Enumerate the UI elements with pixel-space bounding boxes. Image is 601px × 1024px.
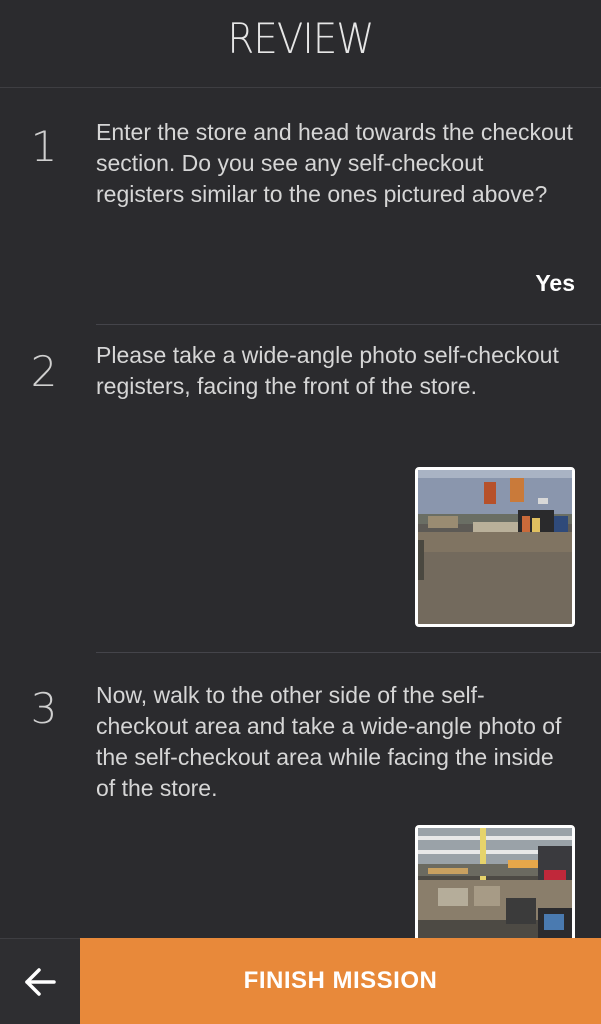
step-number: 3 bbox=[30, 684, 58, 733]
arrow-left-icon bbox=[25, 967, 56, 996]
page-title: REVIEW bbox=[227, 14, 374, 63]
bottom-bar: FINISH MISSION bbox=[0, 938, 601, 1024]
photo-image bbox=[418, 470, 572, 624]
self-checkout-inside-photo[interactable] bbox=[415, 825, 575, 938]
photo-image bbox=[418, 828, 572, 938]
step-number: 2 bbox=[30, 347, 58, 396]
review-screen: REVIEW 1 Enter the store and head toward… bbox=[0, 0, 601, 1024]
back-button[interactable] bbox=[0, 938, 80, 1024]
step-question: Enter the store and head towards the che… bbox=[96, 119, 573, 207]
step-number: 1 bbox=[30, 122, 58, 171]
self-checkout-front-photo[interactable] bbox=[415, 467, 575, 627]
step-question: Please take a wide-angle photo self-chec… bbox=[96, 342, 559, 399]
step-question: Now, walk to the other side of the self-… bbox=[96, 682, 562, 801]
step-answer: Yes bbox=[535, 270, 575, 296]
step-divider bbox=[96, 652, 601, 653]
review-list[interactable]: 1 Enter the store and head towards the c… bbox=[0, 88, 601, 938]
finish-mission-button[interactable]: FINISH MISSION bbox=[80, 938, 601, 1024]
finish-mission-label: FINISH MISSION bbox=[243, 967, 438, 994]
step-divider bbox=[96, 324, 601, 325]
header: REVIEW bbox=[0, 0, 601, 88]
